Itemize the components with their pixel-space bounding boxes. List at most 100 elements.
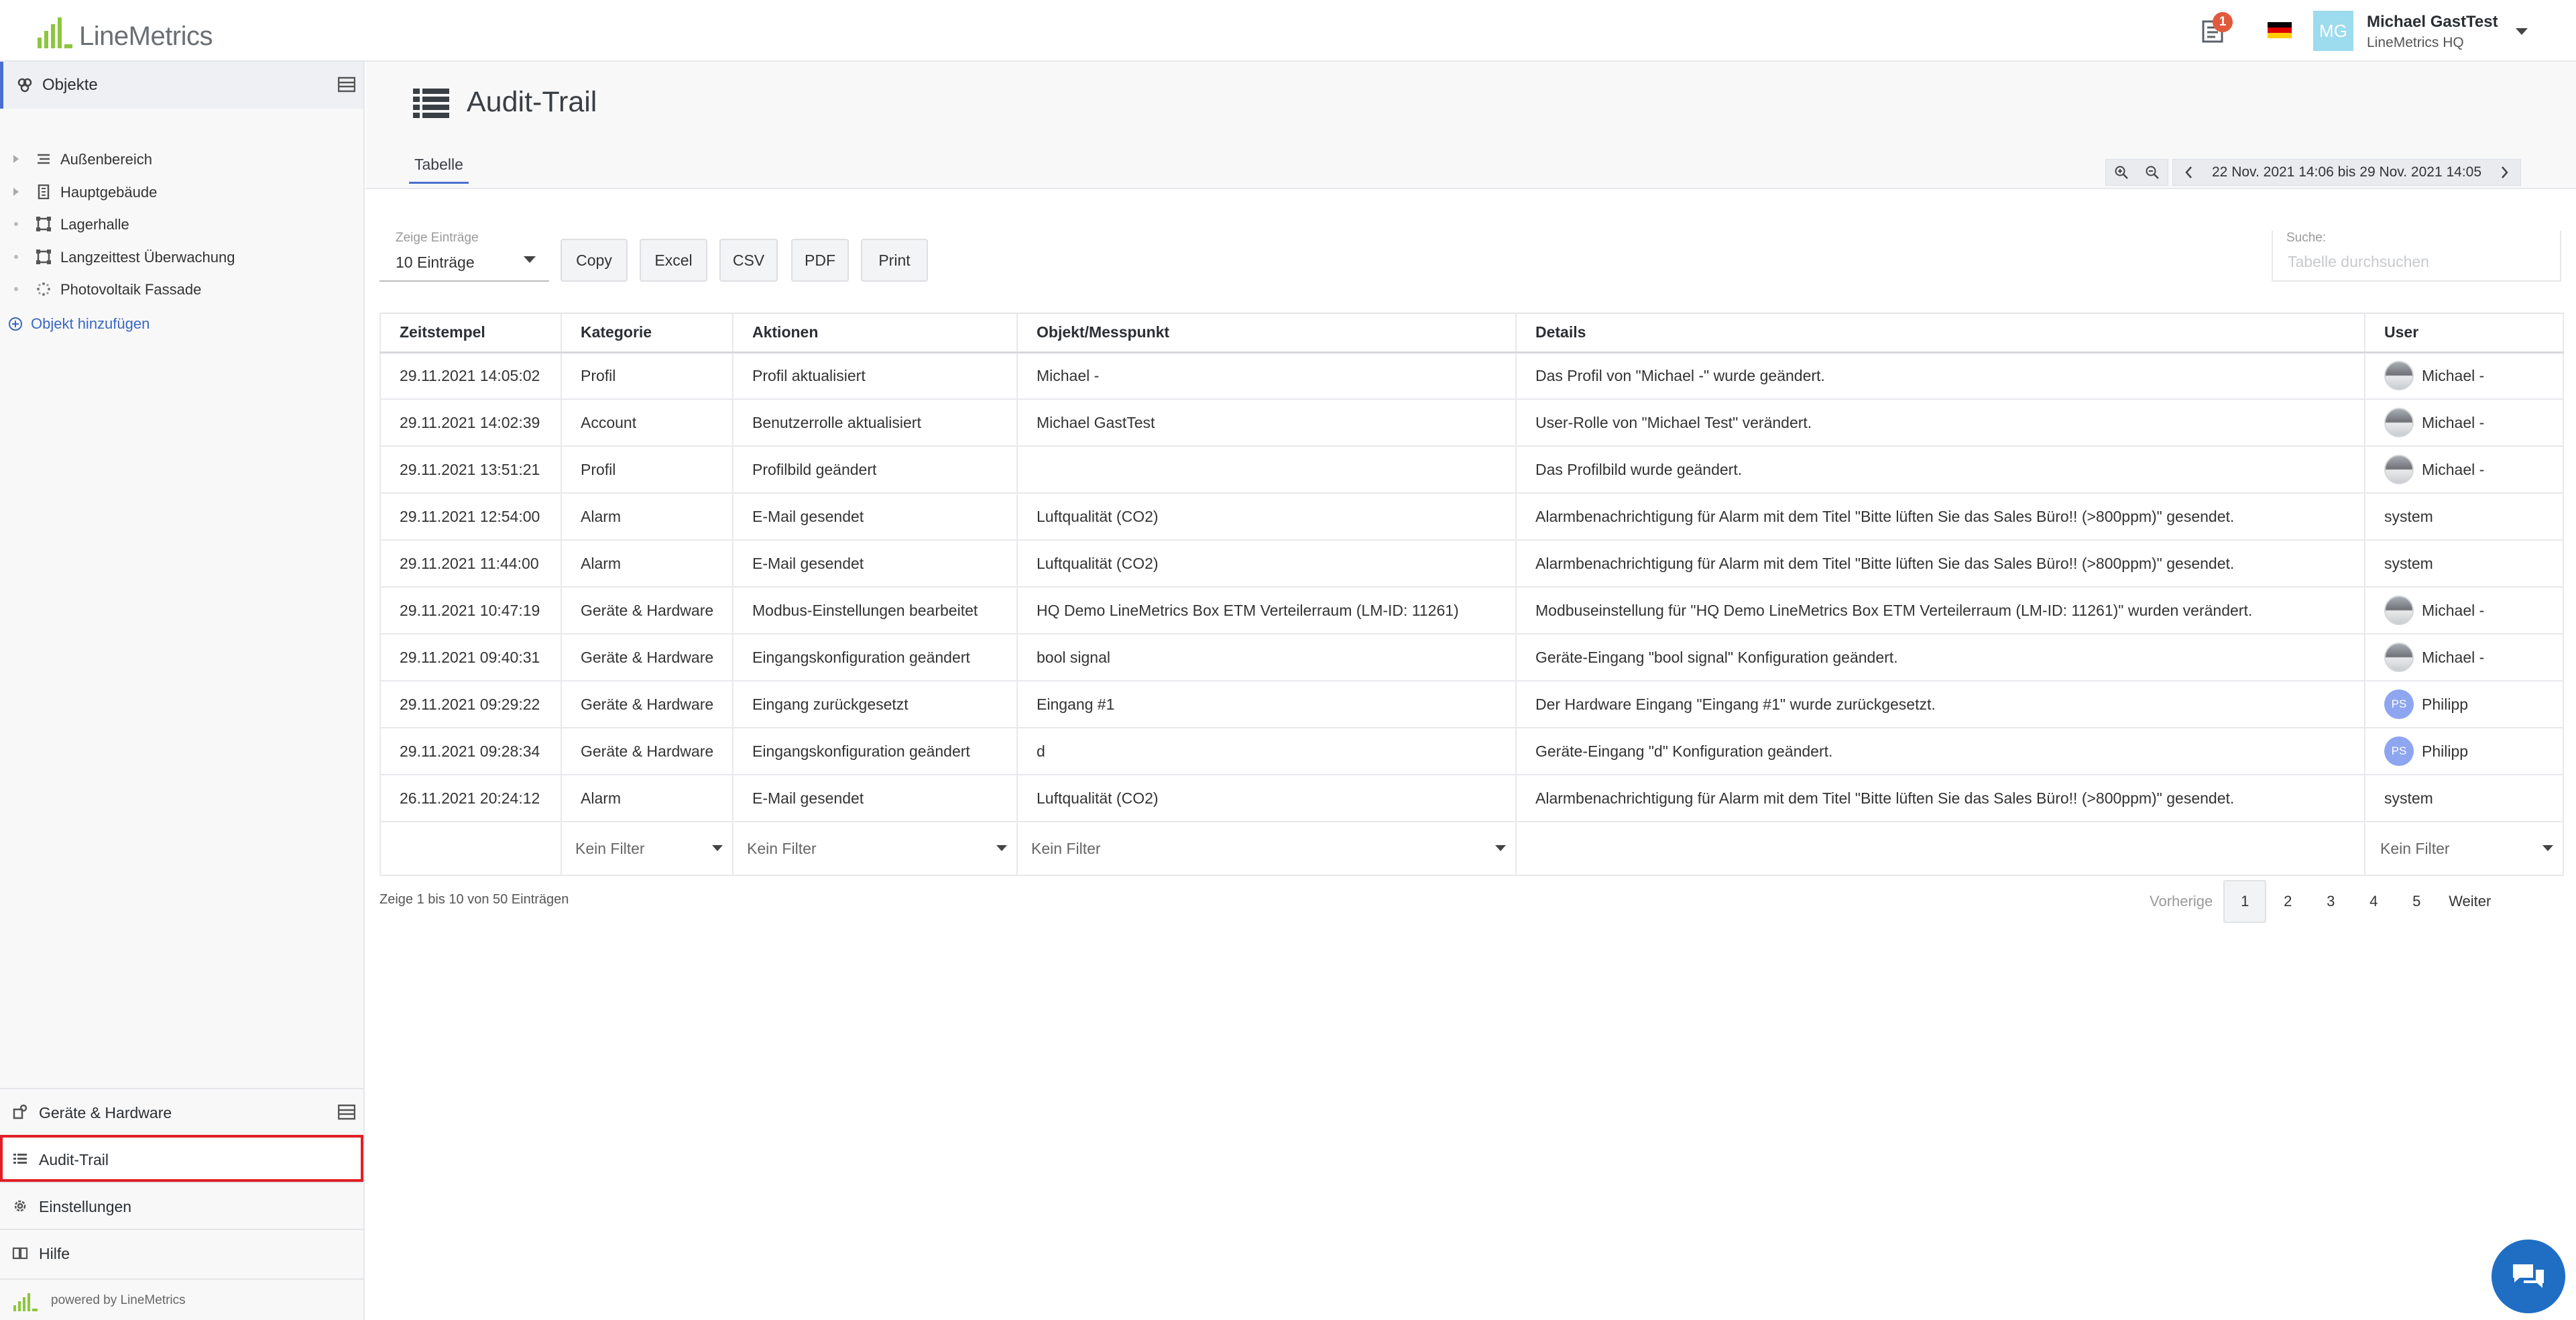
table-row[interactable]: 29.11.2021 14:05:02 Profil Profil aktualis…	[379, 352, 2564, 400]
column-header-timestamp[interactable]: Zeitstempel	[379, 313, 561, 353]
entries-per-page-label: Zeige Einträge	[396, 231, 479, 245]
table-row[interactable]: 29.11.2021 09:40:31 Geräte & Hardware Eing…	[379, 634, 2564, 681]
table-row[interactable]: 29.11.2021 10:47:19 Geräte & Hardware Modb…	[379, 587, 2564, 635]
table-row[interactable]: 29.11.2021 09:28:34 Geräte & Hardware Eing…	[379, 728, 2564, 775]
user-name[interactable]: Michael GastTest	[2367, 13, 2498, 32]
csv-button[interactable]: CSV	[719, 239, 778, 282]
sidebar-item-audit-trail[interactable]: Audit-Trail	[0, 1135, 363, 1182]
category-filter-select[interactable]: Kein Filter	[575, 830, 727, 867]
cell-action: Benutzerrolle aktualisiert	[732, 399, 1017, 447]
object-tree: Außenbereich Hauptgebäude Lagerhalle Lan…	[0, 142, 362, 305]
user-menu-caret-icon[interactable]	[2516, 28, 2528, 35]
pdf-button[interactable]: PDF	[791, 239, 849, 282]
table-row[interactable]: 29.11.2021 12:54:00 Alarm E-Mail gesendet L…	[379, 493, 2564, 541]
sidebar-objects-header[interactable]: Objekte	[0, 62, 363, 109]
sidebar-item-devices[interactable]: Geräte & Hardware	[0, 1088, 363, 1135]
search-input[interactable]	[2286, 247, 2548, 276]
chevron-down-icon	[1495, 845, 1506, 851]
object-filter-select[interactable]: Kein Filter	[1031, 830, 1510, 867]
notification-badge: 1	[2213, 12, 2233, 32]
filter-row: Kein Filter Kein Filter Kein Filter Kein…	[379, 822, 2564, 876]
pagination-next[interactable]: Weiter	[2438, 880, 2502, 923]
pagination-previous[interactable]: Vorherige	[2139, 880, 2223, 923]
pagination-page[interactable]: 5	[2395, 880, 2438, 923]
cell-action: Profilbild geändert	[732, 446, 1017, 494]
expand-arrow-icon[interactable]	[13, 187, 19, 196]
filter-value: Kein Filter	[575, 840, 645, 857]
column-header-category[interactable]: Kategorie	[561, 313, 733, 353]
list-view-icon[interactable]	[338, 1104, 355, 1120]
column-header-actions[interactable]: Aktionen	[732, 313, 1017, 353]
print-button[interactable]: Print	[861, 239, 928, 282]
page-title: Audit-Trail	[467, 86, 597, 118]
cell-object: Luftqualität (CO2)	[1016, 493, 1516, 541]
filter-cell-object: Kein Filter	[1016, 822, 1516, 876]
zoom-out-icon[interactable]	[2137, 159, 2168, 186]
sidebar-objects-label: Objekte	[42, 76, 98, 94]
copy-button[interactable]: Copy	[561, 239, 628, 282]
tree-item-aussenbereich[interactable]: Außenbereich	[0, 142, 362, 175]
column-header-details[interactable]: Details	[1515, 313, 2365, 353]
table-row[interactable]: 29.11.2021 13:51:21 Profil Profilbild geän…	[379, 446, 2564, 494]
language-flag-icon[interactable]	[2268, 22, 2292, 38]
cell-timestamp: 29.11.2021 09:28:34	[379, 728, 561, 775]
chat-icon	[2513, 1264, 2544, 1288]
tree-item-langzeittest[interactable]: Langzeittest Überwachung	[0, 240, 362, 273]
cell-object: Michael GastTest	[1016, 399, 1516, 447]
user-avatar[interactable]: MG	[2313, 11, 2353, 51]
cell-user: Michael -	[2364, 352, 2564, 400]
table-row[interactable]: 29.11.2021 09:29:22 Geräte & Hardware Eing…	[379, 681, 2564, 728]
sidebar-item-settings[interactable]: Einstellungen	[0, 1182, 363, 1229]
entries-per-page-select[interactable]: Zeige Einträge 10 Einträge	[379, 231, 549, 282]
user-cell: Michael -	[2384, 361, 2562, 391]
user-name: Philipp	[2422, 742, 2469, 760]
actions-filter-select[interactable]: Kein Filter	[747, 830, 1011, 867]
chevron-down-icon	[2542, 845, 2553, 851]
user-name: system	[2384, 789, 2433, 807]
filter-cell-empty	[1515, 822, 2365, 876]
user-name: Michael -	[2422, 413, 2485, 431]
user-cell: Michael -	[2384, 596, 2562, 625]
sidebar-item-help[interactable]: Hilfe	[0, 1229, 363, 1276]
pagination-page[interactable]: 1	[2223, 880, 2267, 923]
table-row[interactable]: 26.11.2021 20:24:12 Alarm E-Mail gesendet L…	[379, 775, 2564, 822]
tree-item-lagerhalle[interactable]: Lagerhalle	[0, 207, 362, 240]
chat-button[interactable]	[2492, 1240, 2565, 1313]
site-icon	[36, 152, 51, 166]
tree-item-photovoltaik[interactable]: Photovoltaik Fassade	[0, 272, 362, 305]
pagination-page[interactable]: 3	[2309, 880, 2352, 923]
cell-details: Alarmbenachrichtigung für Alarm mit dem …	[1515, 493, 2365, 541]
sidebar: Objekte Außenbereich Hauptgebäude Lagerh…	[0, 62, 365, 1320]
list-icon	[413, 89, 449, 118]
pagination-page[interactable]: 2	[2266, 880, 2309, 923]
user-filter-select[interactable]: Kein Filter	[2380, 830, 2557, 867]
cell-object	[1016, 446, 1516, 494]
sidebar-item-label: Geräte & Hardware	[39, 1104, 172, 1121]
chevron-right-icon[interactable]	[2490, 159, 2520, 186]
linemetrics-logo[interactable]: LineMetrics	[35, 15, 213, 50]
zoom-in-icon[interactable]	[2106, 159, 2137, 186]
table-row[interactable]: 29.11.2021 11:44:00 Alarm E-Mail gesendet L…	[379, 540, 2564, 588]
filter-cell-category: Kein Filter	[561, 822, 733, 876]
cell-details: Der Hardware Eingang "Eingang #1" wurde …	[1515, 681, 2365, 728]
cell-category: Profil	[561, 352, 733, 400]
column-header-user[interactable]: User	[2364, 313, 2564, 353]
chevron-left-icon[interactable]	[2173, 159, 2204, 186]
excel-button[interactable]: Excel	[640, 239, 707, 282]
tree-item-hauptgebaeude[interactable]: Hauptgebäude	[0, 175, 362, 208]
pagination-page[interactable]: 4	[2352, 880, 2395, 923]
cell-user: PS Philipp	[2364, 728, 2564, 775]
list-view-icon[interactable]	[338, 76, 355, 93]
add-object-link[interactable]: Objekt hinzufügen	[8, 315, 150, 333]
date-range-text[interactable]: 22 Nov. 2021 14:06 bis 29 Nov. 2021 14:0…	[2204, 164, 2490, 180]
cell-object: Luftqualität (CO2)	[1016, 540, 1516, 588]
cell-details: Alarmbenachrichtigung für Alarm mit dem …	[1515, 540, 2365, 588]
tab-tabelle[interactable]: Tabelle	[409, 156, 469, 184]
chevron-down-icon	[524, 256, 536, 263]
cell-details: Geräte-Eingang "bool signal" Konfigurati…	[1515, 634, 2365, 681]
expand-arrow-icon[interactable]	[13, 155, 19, 163]
table-row[interactable]: 29.11.2021 14:02:39 Account Benutzerrolle …	[379, 399, 2564, 447]
table-body: 29.11.2021 14:05:02 Profil Profil aktualis…	[379, 352, 2564, 822]
column-header-object[interactable]: Objekt/Messpunkt	[1016, 313, 1516, 353]
top-bar: LineMetrics 1 MG Michael GastTest LineMe…	[0, 0, 2576, 62]
